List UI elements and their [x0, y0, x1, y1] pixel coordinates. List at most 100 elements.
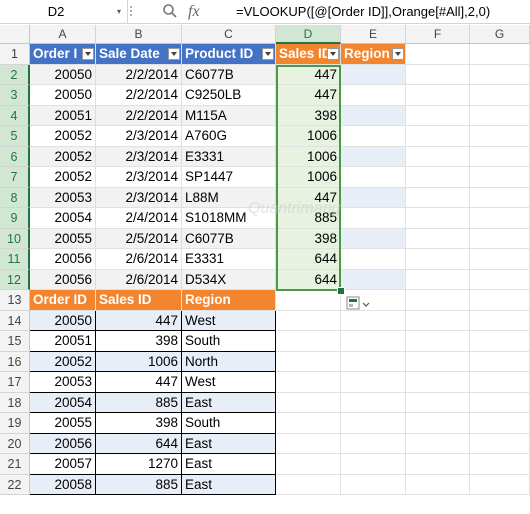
order-id-cell[interactable]: 20053: [30, 187, 96, 208]
region-cell[interactable]: [341, 85, 406, 106]
order-id-cell[interactable]: 20056: [30, 249, 96, 270]
quick-analysis-icon[interactable]: [346, 296, 372, 314]
order-id-cell[interactable]: 20051: [30, 331, 96, 352]
region-cell[interactable]: [341, 269, 406, 290]
region-cell[interactable]: East: [182, 433, 276, 454]
region-cell[interactable]: [341, 228, 406, 249]
region-cell[interactable]: [341, 208, 406, 229]
formula-bar-grip[interactable]: [130, 4, 132, 19]
order-id-cell[interactable]: 20052: [30, 146, 96, 167]
grid-cell[interactable]: [406, 433, 470, 454]
grid-cell[interactable]: [276, 433, 341, 454]
order-id-cell[interactable]: 20054: [30, 208, 96, 229]
region-cell[interactable]: East: [182, 392, 276, 413]
order-id-cell[interactable]: 20058: [30, 474, 96, 495]
grid-cell[interactable]: [276, 392, 341, 413]
grid-cell[interactable]: [341, 413, 406, 434]
sales-id-cell[interactable]: 398: [276, 105, 341, 126]
grid-cell[interactable]: [276, 290, 341, 311]
grid-cell[interactable]: [470, 208, 530, 229]
sales-id-cell[interactable]: 1270: [96, 454, 182, 475]
row-header-2[interactable]: 2: [0, 64, 30, 85]
grid-cell[interactable]: [276, 351, 341, 372]
row-header-3[interactable]: 3: [0, 85, 30, 106]
grid-cell[interactable]: [276, 474, 341, 495]
table-header-order-i[interactable]: Order I: [30, 44, 96, 65]
order-id-cell[interactable]: 20053: [30, 372, 96, 393]
grid-cell[interactable]: [470, 249, 530, 270]
row-header-22[interactable]: 22: [0, 474, 30, 495]
select-all-corner[interactable]: [0, 25, 30, 44]
filter-dropdown-icon[interactable]: [262, 48, 274, 60]
order-id-cell[interactable]: 20052: [30, 126, 96, 147]
sales-id-cell[interactable]: 644: [96, 433, 182, 454]
row-header-17[interactable]: 17: [0, 372, 30, 393]
grid-cell[interactable]: [470, 290, 530, 311]
table-header-sales-id[interactable]: Sales ID: [276, 44, 341, 65]
row-header-13[interactable]: 13: [0, 290, 30, 311]
grid-cell[interactable]: [470, 433, 530, 454]
region-cell[interactable]: East: [182, 454, 276, 475]
product-id-cell[interactable]: C9250LB: [182, 85, 276, 106]
region-cell[interactable]: [341, 187, 406, 208]
order-id-cell[interactable]: 20051: [30, 105, 96, 126]
sales-id-cell[interactable]: 447: [276, 85, 341, 106]
grid-cell[interactable]: [470, 269, 530, 290]
order-id-cell[interactable]: 20050: [30, 85, 96, 106]
column-header-g[interactable]: G: [470, 25, 530, 44]
name-box-dropdown-icon[interactable]: ▾: [117, 0, 121, 23]
table-header-sales-id[interactable]: Sales ID: [96, 290, 182, 311]
row-header-10[interactable]: 10: [0, 228, 30, 249]
sales-id-cell[interactable]: 644: [276, 269, 341, 290]
row-header-8[interactable]: 8: [0, 187, 30, 208]
region-cell[interactable]: [341, 64, 406, 85]
grid-cell[interactable]: [406, 269, 470, 290]
region-cell[interactable]: [341, 167, 406, 188]
grid-cell[interactable]: [406, 208, 470, 229]
order-id-cell[interactable]: 20052: [30, 167, 96, 188]
grid-cell[interactable]: [406, 310, 470, 331]
grid-cell[interactable]: [406, 331, 470, 352]
grid-cell[interactable]: [406, 105, 470, 126]
product-id-cell[interactable]: SP1447: [182, 167, 276, 188]
sales-id-cell[interactable]: 447: [276, 64, 341, 85]
grid-cell[interactable]: [341, 433, 406, 454]
order-id-cell[interactable]: 20055: [30, 413, 96, 434]
sales-id-cell[interactable]: 398: [96, 331, 182, 352]
grid-cell[interactable]: [470, 474, 530, 495]
grid-cell[interactable]: [406, 413, 470, 434]
column-header-a[interactable]: A: [30, 25, 96, 44]
order-id-cell[interactable]: 20050: [30, 64, 96, 85]
column-header-e[interactable]: E: [341, 25, 406, 44]
region-cell[interactable]: [341, 105, 406, 126]
row-header-9[interactable]: 9: [0, 208, 30, 229]
region-cell[interactable]: West: [182, 310, 276, 331]
product-id-cell[interactable]: C6077B: [182, 64, 276, 85]
grid-cell[interactable]: [470, 85, 530, 106]
row-header-7[interactable]: 7: [0, 167, 30, 188]
filter-dropdown-icon[interactable]: [82, 48, 94, 60]
grid-cell[interactable]: [406, 126, 470, 147]
grid-cell[interactable]: [406, 146, 470, 167]
grid-cell[interactable]: [470, 105, 530, 126]
product-id-cell[interactable]: E3331: [182, 146, 276, 167]
grid-cell[interactable]: [406, 64, 470, 85]
grid-cell[interactable]: [470, 64, 530, 85]
row-header-4[interactable]: 4: [0, 105, 30, 126]
grid-cell[interactable]: [341, 474, 406, 495]
fill-handle[interactable]: [337, 287, 345, 295]
grid-cell[interactable]: [470, 331, 530, 352]
row-header-6[interactable]: 6: [0, 146, 30, 167]
grid-cell[interactable]: [470, 228, 530, 249]
sale-date-cell[interactable]: 2/6/2014: [96, 249, 182, 270]
grid-cell[interactable]: [470, 146, 530, 167]
grid-cell[interactable]: [470, 310, 530, 331]
region-cell[interactable]: [341, 249, 406, 270]
grid-cell[interactable]: [406, 187, 470, 208]
table-header-sale-date[interactable]: Sale Date: [96, 44, 182, 65]
grid-cell[interactable]: [406, 290, 470, 311]
row-header-19[interactable]: 19: [0, 413, 30, 434]
sale-date-cell[interactable]: 2/2/2014: [96, 85, 182, 106]
row-header-21[interactable]: 21: [0, 454, 30, 475]
sales-id-cell[interactable]: 885: [96, 474, 182, 495]
